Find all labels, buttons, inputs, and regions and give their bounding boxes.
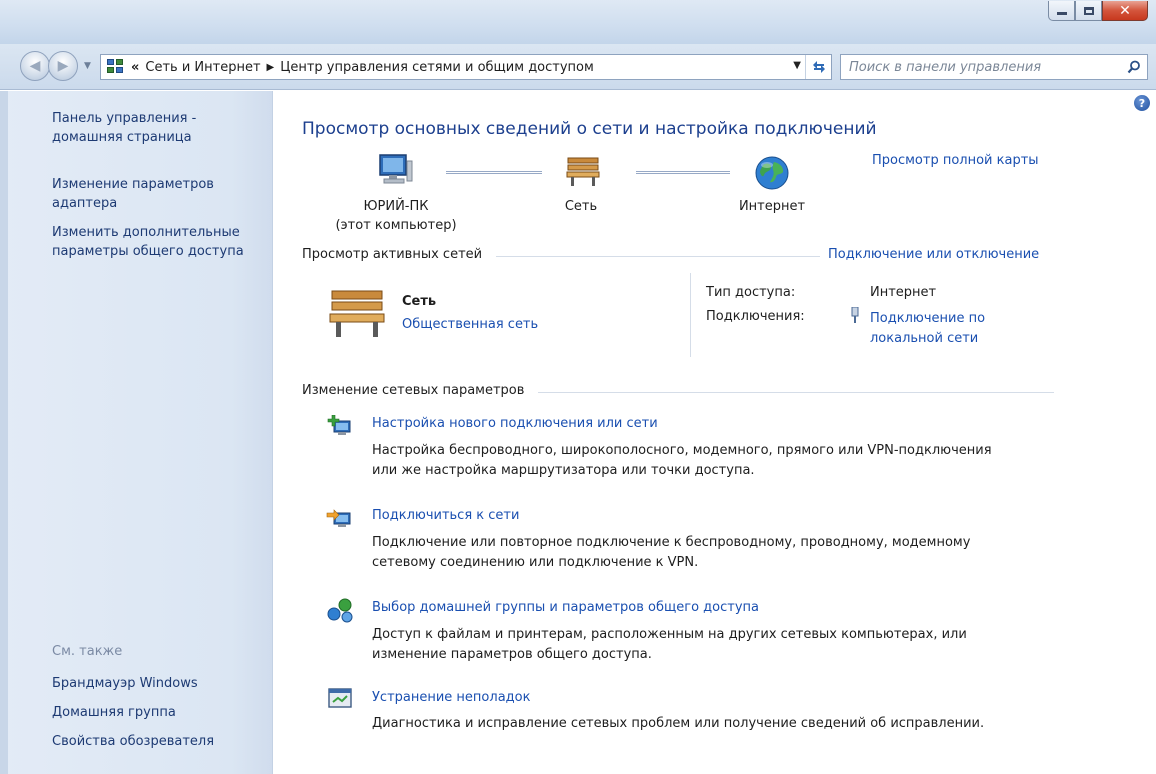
sidebar-home-link[interactable]: Панель управления - домашняя страница (52, 109, 196, 147)
task-connect-network-link[interactable]: Подключиться к сети (372, 508, 519, 523)
breadcrumb-overflow-button[interactable]: « (131, 60, 139, 75)
search-input[interactable] (841, 55, 1121, 79)
window-controls: ✕ (1048, 1, 1148, 21)
see-also-heading: См. также (52, 644, 123, 659)
homegroup-icon[interactable] (326, 597, 354, 627)
window-titlebar: ✕ (0, 0, 1156, 44)
maximize-button[interactable] (1075, 1, 1102, 21)
access-type-label: Тип доступа: (706, 285, 796, 300)
search-icon (1127, 60, 1140, 74)
computer-icon[interactable] (378, 153, 414, 191)
map-connector-1 (446, 171, 542, 174)
ethernet-plug-icon (850, 306, 860, 327)
minimize-icon (1056, 12, 1067, 15)
access-type-value: Интернет (870, 285, 937, 300)
sidebar-edge (0, 91, 8, 774)
help-icon[interactable]: ? (1134, 95, 1150, 111)
internet-globe-icon[interactable] (754, 155, 790, 195)
breadcrumb-network-center[interactable]: Центр управления сетями и общим доступом (280, 60, 594, 75)
address-bar[interactable]: « Сеть и Интернет ▶ Центр управления сет… (100, 54, 832, 80)
computer-name-label: ЮРИЙ-ПК (363, 199, 429, 214)
new-connection-icon[interactable] (326, 414, 354, 445)
main-content: ? Просмотр основных сведений о сети и на… (274, 91, 1156, 774)
active-networks-separator (690, 273, 691, 357)
local-connection-link[interactable]: Подключение по локальной сети (870, 309, 985, 349)
active-network-name: Сеть (402, 294, 437, 309)
view-full-map-link[interactable]: Просмотр полной карты (872, 153, 1039, 168)
back-arrow-icon: ◀ (29, 58, 41, 74)
task-new-connection-link[interactable]: Настройка нового подключения или сети (372, 416, 658, 431)
close-icon: ✕ (1119, 2, 1131, 19)
maximize-icon (1083, 6, 1094, 15)
control-panel-icon (107, 59, 125, 75)
task-homegroup-desc: Доступ к файлам и принтерам, расположенн… (372, 627, 967, 662)
task-homegroup-link[interactable]: Выбор домашней группы и параметров общег… (372, 600, 759, 615)
sidebar-advanced-sharing-link[interactable]: Изменить дополнительные параметры общего… (52, 223, 244, 261)
task-new-connection-desc: Настройка беспроводного, широкополосного… (372, 443, 992, 478)
task-troubleshoot-link[interactable]: Устранение неполадок (372, 690, 530, 705)
active-networks-heading: Просмотр активных сетей (302, 247, 483, 262)
breadcrumb-network-internet[interactable]: Сеть и Интернет (145, 60, 260, 75)
minimize-button[interactable] (1048, 1, 1075, 21)
forward-arrow-icon: ▶ (57, 58, 69, 74)
connect-network-icon[interactable] (326, 507, 354, 537)
back-button[interactable]: ◀ (20, 51, 50, 81)
recent-pages-dropdown[interactable]: ▼ (84, 61, 91, 71)
active-networks-rule (496, 256, 820, 257)
see-also-firewall-link[interactable]: Брандмауэр Windows (52, 674, 198, 693)
internet-name-label: Интернет (738, 199, 806, 214)
refresh-icon (812, 61, 825, 73)
sidebar: Панель управления - домашняя страница Из… (0, 91, 273, 774)
search-box[interactable] (840, 54, 1148, 80)
network-name-label: Сеть (564, 199, 598, 214)
network-type-link[interactable]: Общественная сеть (402, 317, 538, 332)
active-network-bench-icon[interactable] (328, 287, 386, 343)
task-connect-network-desc: Подключение или повторное подключение к … (372, 535, 971, 570)
refresh-button[interactable] (805, 55, 831, 79)
search-button[interactable] (1121, 55, 1147, 79)
breadcrumb-separator-icon[interactable]: ▶ (267, 62, 275, 73)
navigation-bar: ◀ ▶ ▼ « Сеть и Интернет ▶ Центр управлен… (0, 44, 1156, 90)
task-troubleshoot-desc: Диагностика и исправление сетевых пробле… (372, 716, 985, 731)
sidebar-adapter-settings-link[interactable]: Изменение параметров адаптера (52, 175, 214, 213)
computer-sub-label: (этот компьютер) (335, 218, 457, 233)
address-dropdown-button[interactable]: ▼ (793, 60, 801, 71)
forward-button[interactable]: ▶ (48, 51, 78, 81)
network-bench-icon[interactable] (566, 155, 600, 191)
page-title: Просмотр основных сведений о сети и наст… (302, 119, 877, 139)
connections-label: Подключения: (706, 309, 805, 324)
see-also-homegroup-link[interactable]: Домашняя группа (52, 703, 176, 722)
change-settings-rule (538, 392, 1054, 393)
see-also-internet-options-link[interactable]: Свойства обозревателя (52, 732, 214, 751)
close-button[interactable]: ✕ (1102, 1, 1148, 21)
connect-disconnect-link[interactable]: Подключение или отключение (828, 247, 1039, 262)
change-settings-heading: Изменение сетевых параметров (302, 383, 525, 398)
map-connector-2 (636, 171, 730, 174)
troubleshoot-icon[interactable] (328, 688, 352, 714)
